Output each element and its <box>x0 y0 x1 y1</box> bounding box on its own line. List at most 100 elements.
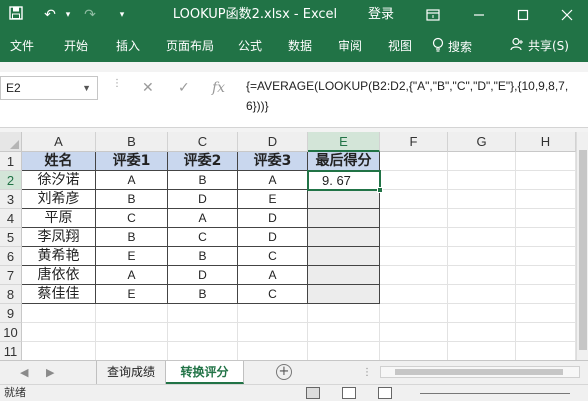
cell-g3[interactable] <box>448 190 516 209</box>
worksheet-grid[interactable]: A B C D E F G H 1 2 3 4 5 6 7 8 9 10 11 … <box>0 132 576 360</box>
row-header-6[interactable]: 6 <box>0 247 22 266</box>
row-header-8[interactable]: 8 <box>0 285 22 304</box>
row-header-2[interactable]: 2 <box>0 171 22 190</box>
vertical-scrollbar[interactable] <box>576 132 588 360</box>
cell-f1[interactable] <box>380 152 448 171</box>
customize-quick-access-icon[interactable]: ▾ <box>112 6 132 24</box>
cell-h7[interactable] <box>516 266 576 285</box>
cell-a2[interactable]: 徐汐诺 <box>22 171 96 190</box>
cell-e1[interactable]: 最后得分 <box>308 152 380 171</box>
row-header-11[interactable]: 11 <box>0 342 22 360</box>
tab-split-handle[interactable]: ⋮ <box>362 365 372 381</box>
chevron-down-icon[interactable]: ▼ <box>82 77 91 99</box>
cell-d11[interactable] <box>238 342 308 360</box>
cell-b6[interactable]: E <box>96 247 168 266</box>
cell-a1[interactable]: 姓名 <box>22 152 96 171</box>
cell-d5[interactable]: D <box>238 228 308 247</box>
cell-g2[interactable] <box>448 171 516 190</box>
cell-d6[interactable]: C <box>238 247 308 266</box>
cell-a11[interactable] <box>22 342 96 360</box>
cell-g6[interactable] <box>448 247 516 266</box>
cell-g9[interactable] <box>448 304 516 323</box>
cell-b4[interactable]: C <box>96 209 168 228</box>
cell-f3[interactable] <box>380 190 448 209</box>
cell-b7[interactable]: A <box>96 266 168 285</box>
zoom-slider[interactable] <box>420 393 570 394</box>
cell-g11[interactable] <box>448 342 516 360</box>
cell-f8[interactable] <box>380 285 448 304</box>
horizontal-scrollbar[interactable] <box>380 366 580 378</box>
cell-h6[interactable] <box>516 247 576 266</box>
cell-e4[interactable] <box>308 209 380 228</box>
row-header-7[interactable]: 7 <box>0 266 22 285</box>
cell-e10[interactable] <box>308 323 380 342</box>
cell-a5[interactable]: 李凤翔 <box>22 228 96 247</box>
cell-f6[interactable] <box>380 247 448 266</box>
cell-c8[interactable]: B <box>168 285 238 304</box>
cell-c1[interactable]: 评委2 <box>168 152 238 171</box>
column-header-d[interactable]: D <box>238 132 308 152</box>
cell-a6[interactable]: 黄希艳 <box>22 247 96 266</box>
previous-sheet-icon[interactable]: ◀ <box>20 365 28 381</box>
cell-h10[interactable] <box>516 323 576 342</box>
undo-icon[interactable]: ↶ <box>40 6 60 24</box>
column-header-b[interactable]: B <box>96 132 168 152</box>
share-button[interactable]: 共享(S) <box>510 37 569 54</box>
cell-a7[interactable]: 唐依依 <box>22 266 96 285</box>
cell-g1[interactable] <box>448 152 516 171</box>
minimize-icon[interactable] <box>468 4 490 26</box>
cell-g4[interactable] <box>448 209 516 228</box>
cell-c10[interactable] <box>168 323 238 342</box>
cell-d8[interactable]: C <box>238 285 308 304</box>
sheet-tab-query-scores[interactable]: 查询成绩 <box>96 361 166 384</box>
tab-formulas[interactable]: 公式 <box>238 38 262 54</box>
login-link[interactable]: 登录 <box>368 6 394 24</box>
enter-icon[interactable]: ✓ <box>178 80 190 96</box>
cell-c6[interactable]: B <box>168 247 238 266</box>
next-sheet-icon[interactable]: ▶ <box>46 365 54 381</box>
cell-e3[interactable] <box>308 190 380 209</box>
undo-dropdown-icon[interactable]: ▾ <box>58 6 78 24</box>
page-break-preview-icon[interactable] <box>378 387 392 399</box>
cell-d4[interactable]: D <box>238 209 308 228</box>
tab-review[interactable]: 审阅 <box>338 38 362 54</box>
cell-g5[interactable] <box>448 228 516 247</box>
cell-h4[interactable] <box>516 209 576 228</box>
cell-c11[interactable] <box>168 342 238 360</box>
row-header-1[interactable]: 1 <box>0 152 22 171</box>
cell-b3[interactable]: B <box>96 190 168 209</box>
cell-b5[interactable]: B <box>96 228 168 247</box>
cell-h3[interactable] <box>516 190 576 209</box>
column-header-a[interactable]: A <box>22 132 96 152</box>
cell-d9[interactable] <box>238 304 308 323</box>
cell-f7[interactable] <box>380 266 448 285</box>
cell-c7[interactable]: D <box>168 266 238 285</box>
maximize-icon[interactable] <box>512 4 534 26</box>
select-all-button[interactable] <box>0 132 22 152</box>
row-header-10[interactable]: 10 <box>0 323 22 342</box>
cell-a4[interactable]: 平原 <box>22 209 96 228</box>
cell-b8[interactable]: E <box>96 285 168 304</box>
row-header-5[interactable]: 5 <box>0 228 22 247</box>
column-header-h[interactable]: H <box>516 132 576 152</box>
cell-f5[interactable] <box>380 228 448 247</box>
column-header-e[interactable]: E <box>308 132 380 152</box>
cell-e2[interactable]: 9. 67 <box>308 171 380 190</box>
cell-c3[interactable]: D <box>168 190 238 209</box>
save-icon[interactable] <box>6 6 26 24</box>
cell-a10[interactable] <box>22 323 96 342</box>
cell-e5[interactable] <box>308 228 380 247</box>
cell-c2[interactable]: B <box>168 171 238 190</box>
name-box[interactable]: E2 ▼ <box>0 76 98 100</box>
add-sheet-button[interactable]: + <box>276 364 292 380</box>
cancel-icon[interactable]: ✕ <box>142 80 154 96</box>
cell-f9[interactable] <box>380 304 448 323</box>
tell-me-search[interactable]: 搜索 <box>432 37 472 56</box>
cell-d10[interactable] <box>238 323 308 342</box>
cell-c5[interactable]: C <box>168 228 238 247</box>
tab-page-layout[interactable]: 页面布局 <box>166 38 214 54</box>
tab-insert[interactable]: 插入 <box>116 38 140 54</box>
page-layout-view-icon[interactable] <box>342 387 356 399</box>
close-icon[interactable] <box>556 4 578 26</box>
cell-d7[interactable]: A <box>238 266 308 285</box>
